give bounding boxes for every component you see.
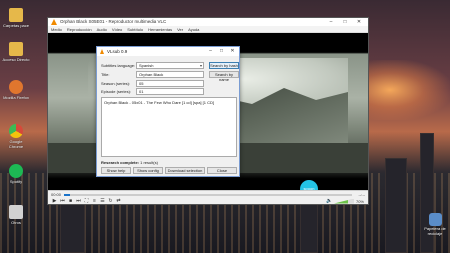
desktop-icon-label: Mozilla Firefox [3, 95, 29, 100]
menu-tools[interactable]: Herramientas [148, 26, 172, 32]
close-button[interactable]: ✕ [352, 18, 366, 26]
vlc-controls: 00:00 --:-- ▶ ⏮ ■ ⏭ ⛶ ≡ ☰ ↻ ⇄ 🔈 70% [48, 190, 368, 204]
seek-progress [64, 194, 70, 196]
season-label: Season (series): [101, 81, 131, 86]
language-label: Subtitles language: [101, 63, 136, 68]
season-row: Season (series): 05 [101, 80, 237, 87]
volume-percentage: 70% [355, 198, 364, 204]
vlc-menubar: Medio Reproducción Audio Vídeo Subtítulo… [48, 26, 368, 33]
dialog-maximize-button[interactable]: □ [216, 47, 227, 56]
result-item[interactable]: Orphan Black - 05x01 - The Few Who Dare … [104, 100, 214, 105]
status-bold: Research complete: [101, 160, 140, 165]
desktop-icon-label: Carpetas pace [2, 23, 29, 28]
menu-audio[interactable]: Audio [97, 26, 107, 32]
menu-video[interactable]: Vídeo [112, 26, 122, 32]
dialog-minimize-button[interactable]: – [205, 47, 216, 56]
speaker-icon[interactable]: 🔈 [326, 198, 333, 204]
shuffle-button[interactable]: ⇄ [115, 198, 122, 204]
menu-playback[interactable]: Reproducción [67, 26, 92, 32]
elapsed-time: 00:00 [51, 192, 62, 197]
desktop-icon-label: Spotify [9, 179, 23, 184]
desktop-icon-label: Google Chrome [8, 139, 24, 149]
maximize-button[interactable]: □ [338, 18, 352, 26]
loop-button[interactable]: ↻ [107, 198, 114, 204]
stop-button[interactable]: ■ [67, 198, 74, 204]
status-text: Research complete: 1 result(s) [101, 160, 158, 165]
play-button[interactable]: ▶ [51, 198, 58, 204]
episode-input[interactable]: 01 [136, 88, 204, 95]
desktop-icon-firefox[interactable]: Mozilla Firefox [2, 80, 30, 100]
desktop-icon-folder[interactable]: Carpetas pace [2, 8, 30, 28]
title-input[interactable]: Orphan Black [136, 71, 204, 78]
skyscraper [385, 158, 407, 253]
language-select[interactable]: Spanish ▾ [136, 62, 204, 69]
volume-slider[interactable] [333, 198, 354, 204]
status-rest: 1 result(s) [139, 160, 158, 165]
season-input[interactable]: 05 [136, 80, 204, 87]
firefox-icon [9, 80, 23, 94]
playlist-button[interactable]: ☰ [99, 198, 106, 204]
dialog-titlebar[interactable]: VLsub 0.9 – □ ✕ [97, 47, 239, 56]
desktop-icon-chrome[interactable]: Google Chrome [2, 124, 30, 149]
language-row: Subtitles language: Spanish ▾ Search by … [101, 62, 239, 69]
dialog-close-button[interactable]: ✕ [227, 47, 238, 56]
desktop-icon-other[interactable]: Otros [2, 205, 30, 225]
dialog-title: VLsub 0.9 [107, 49, 128, 54]
language-select-value: Spanish [139, 63, 154, 68]
close-dialog-button[interactable]: Close [207, 167, 237, 174]
next-button[interactable]: ⏭ [75, 198, 82, 204]
spotify-icon [9, 164, 23, 178]
results-list[interactable]: Orphan Black - 05x01 - The Few Who Dare … [101, 97, 237, 157]
menu-subtitle[interactable]: Subtítulo [127, 26, 143, 32]
vlc-titlebar[interactable]: Orphan Black S05E01 - Reproductor multim… [48, 18, 368, 26]
file-icon [9, 205, 23, 219]
total-time: --:-- [358, 192, 365, 197]
show-help-button[interactable]: Show help [101, 167, 131, 174]
seek-bar[interactable] [64, 194, 352, 196]
menu-help[interactable]: Ayuda [188, 26, 199, 32]
desktop-icon-spotify[interactable]: Spotify [2, 164, 30, 184]
vlc-window-title: Orphan Black S05E01 - Reproductor multim… [60, 19, 167, 24]
chrome-icon [9, 124, 23, 138]
chevron-down-icon: ▾ [199, 63, 202, 68]
desktop-icon-label: Otros [11, 220, 21, 225]
desktop-icon-shortcut[interactable]: Acceso Directo [2, 42, 30, 62]
recycle-bin-icon [428, 213, 442, 226]
folder-icon [9, 42, 23, 56]
fullscreen-button[interactable]: ⛶ [83, 198, 90, 204]
search-by-hash-button[interactable]: Search by hash [209, 62, 239, 69]
vlc-cone-icon [100, 49, 104, 54]
folder-icon [9, 8, 23, 22]
extended-settings-button[interactable]: ≡ [91, 198, 98, 204]
desktop-icon-recycle-bin[interactable]: Papelera de reciclaje [420, 213, 450, 236]
search-by-name-button[interactable]: Search by name [209, 71, 239, 82]
minimize-button[interactable]: – [324, 18, 338, 26]
show-config-button[interactable]: Show config [133, 167, 163, 174]
episode-label: Episode (series): [101, 89, 132, 94]
desktop-icon-label: Acceso Directo [2, 57, 30, 62]
menu-media[interactable]: Medio [51, 26, 62, 32]
download-selection-button[interactable]: Download selection [165, 167, 205, 174]
episode-row: Episode (series): 01 [101, 88, 237, 95]
title-row: Title: Orphan Black Search by name [101, 71, 239, 82]
previous-button[interactable]: ⏮ [59, 198, 66, 204]
desktop-icon-label: Papelera de reciclaje [424, 226, 446, 236]
title-label: Title: [101, 72, 110, 77]
vlc-cone-icon [51, 19, 57, 25]
menu-view[interactable]: Ver [177, 26, 183, 32]
dialog-button-row: Show help Show config Download selection… [101, 167, 237, 174]
vlsub-dialog: VLsub 0.9 – □ ✕ Subtitles language: Span… [96, 46, 240, 177]
